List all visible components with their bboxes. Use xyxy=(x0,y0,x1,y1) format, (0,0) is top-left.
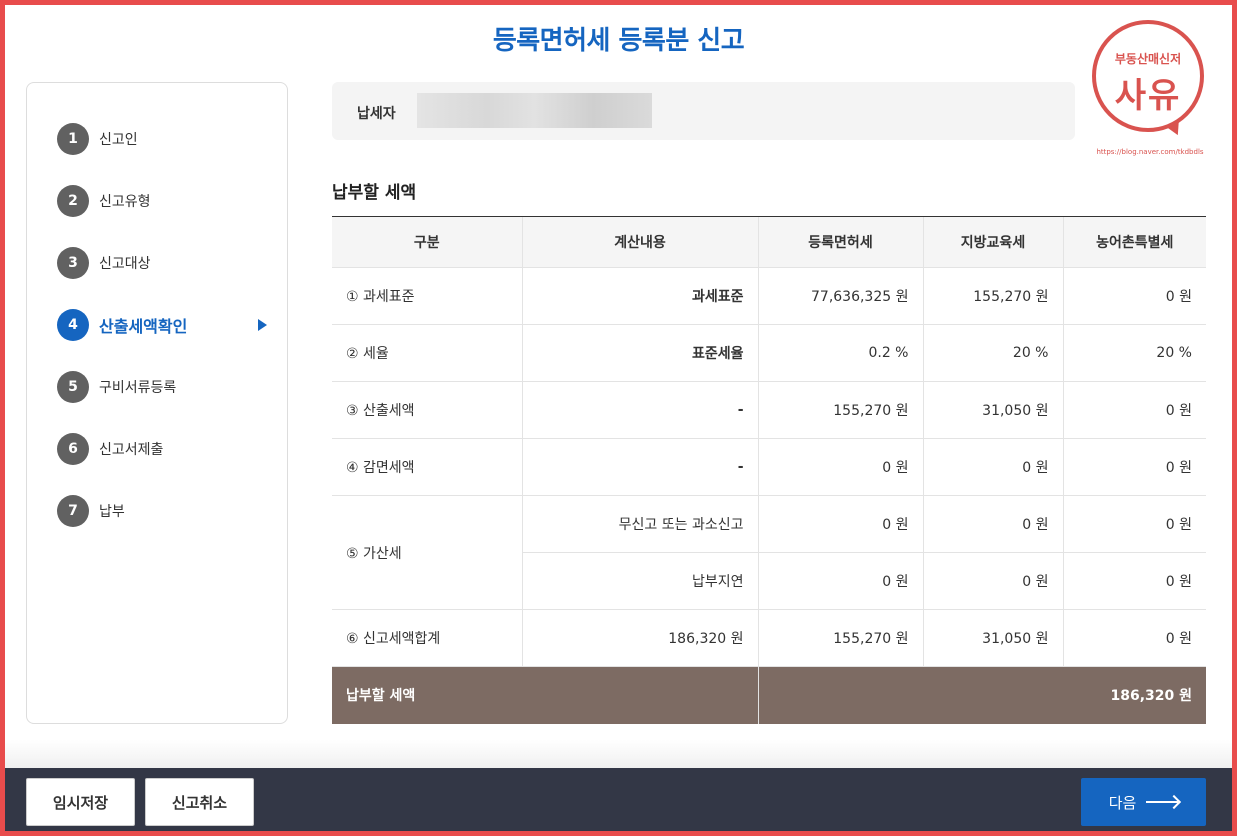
cell-local-education-tax: 155,270 원 xyxy=(922,267,1063,325)
cell-registration-tax: 0 원 xyxy=(757,438,923,496)
step-number: 1 xyxy=(57,123,89,155)
step-4-tax-check[interactable]: 4 산출세액확인 xyxy=(57,309,267,341)
cell-registration-tax: 0 원 xyxy=(757,495,923,553)
cell-calculation: - xyxy=(521,381,758,439)
cell-registration-tax: 0.2 % xyxy=(757,324,923,382)
cell-rural-special-tax: 0 원 xyxy=(1062,495,1206,553)
step-label: 납부 xyxy=(99,504,125,520)
cell-category: ⑤ 가산세 xyxy=(332,495,522,610)
total-label: 납부할 세액 xyxy=(332,666,758,724)
total-value: 186,320 원 xyxy=(757,666,1206,724)
cell-category: ③ 산출세액 xyxy=(332,381,522,439)
logo-subtitle: 부동산매신저 xyxy=(1114,52,1182,66)
cell-registration-tax: 155,270 원 xyxy=(757,381,923,439)
cell-calculation: 186,320 원 xyxy=(521,609,758,667)
taxpayer-box: 납세자 xyxy=(332,82,1075,140)
cell-rural-special-tax: 20 % xyxy=(1062,324,1206,382)
table-header-row: 구분 계산내용 등록면허세 지방교육세 농어촌특별세 xyxy=(332,216,1206,268)
step-label: 신고유형 xyxy=(99,194,151,210)
cell-calculation: 납부지연 xyxy=(521,552,758,610)
cell-calculation: 표준세율 xyxy=(521,324,758,382)
step-label: 신고인 xyxy=(99,132,138,148)
cell-rural-special-tax: 0 원 xyxy=(1062,552,1206,610)
header-registration-tax: 등록면허세 xyxy=(757,216,923,268)
cell-rural-special-tax: 0 원 xyxy=(1062,438,1206,496)
step-3-report-target[interactable]: 3 신고대상 xyxy=(57,247,267,279)
step-2-report-type[interactable]: 2 신고유형 xyxy=(57,185,267,217)
step-number: 4 xyxy=(57,309,89,341)
temp-save-button[interactable]: 임시저장 xyxy=(26,778,135,826)
arrow-right-icon xyxy=(1146,801,1179,803)
step-number: 6 xyxy=(57,433,89,465)
header-local-education-tax: 지방교육세 xyxy=(922,216,1063,268)
cell-local-education-tax: 0 원 xyxy=(922,495,1063,553)
cell-local-education-tax: 31,050 원 xyxy=(922,609,1063,667)
cancel-report-button[interactable]: 신고취소 xyxy=(145,778,254,826)
header-category: 구분 xyxy=(332,216,522,268)
cell-rural-special-tax: 0 원 xyxy=(1062,381,1206,439)
cell-registration-tax: 155,270 원 xyxy=(757,609,923,667)
cell-calculation: 무신고 또는 과소신고 xyxy=(521,495,758,553)
cell-rural-special-tax: 0 원 xyxy=(1062,609,1206,667)
next-button[interactable]: 다음 xyxy=(1081,778,1206,826)
section-title: 납부할 세액 xyxy=(332,183,417,203)
table-row: ③ 산출세액 - 155,270 원 31,050 원 0 원 xyxy=(332,381,1206,439)
logo-main-text: 사유 xyxy=(1114,76,1182,116)
cell-category: ② 세율 xyxy=(332,324,522,382)
table-row: ⑤ 가산세 무신고 또는 과소신고 0 원 0 원 0 원 xyxy=(332,495,1206,610)
step-6-submit[interactable]: 6 신고서제출 xyxy=(57,433,267,465)
header-calculation: 계산내용 xyxy=(521,216,758,268)
tax-table: 구분 계산내용 등록면허세 지방교육세 농어촌특별세 ① 과세표준 과세표준 7… xyxy=(332,216,1206,724)
cell-local-education-tax: 0 원 xyxy=(922,438,1063,496)
cell-category: ⑥ 신고세액합계 xyxy=(332,609,522,667)
step-number: 3 xyxy=(57,247,89,279)
table-row: ② 세율 표준세율 0.2 % 20 % 20 % xyxy=(332,324,1206,382)
cell-local-education-tax: 0 원 xyxy=(922,552,1063,610)
step-1-reporter[interactable]: 1 신고인 xyxy=(57,123,267,155)
table-row: ⑥ 신고세액합계 186,320 원 155,270 원 31,050 원 0 … xyxy=(332,609,1206,667)
logo-url: https://blog.naver.com/tkdbdls xyxy=(1096,148,1204,156)
taxpayer-name-redacted xyxy=(417,93,652,128)
taxpayer-label: 납세자 xyxy=(357,106,396,122)
step-number: 7 xyxy=(57,495,89,527)
step-label: 신고서제출 xyxy=(99,442,164,458)
step-label: 구비서류등록 xyxy=(99,380,177,396)
step-label: 신고대상 xyxy=(99,256,151,272)
cell-registration-tax: 77,636,325 원 xyxy=(757,267,923,325)
table-row: ① 과세표준 과세표준 77,636,325 원 155,270 원 0 원 xyxy=(332,267,1206,325)
footer-shadow xyxy=(5,740,1232,768)
action-footer: 임시저장 신고취소 다음 xyxy=(5,768,1232,836)
step-label: 산출세액확인 xyxy=(99,317,188,336)
cell-calculation: 과세표준 xyxy=(521,267,758,325)
blog-logo: 부동산매신저 사유 https://blog.naver.com/tkdbdls xyxy=(1090,20,1206,160)
current-step-arrow-icon xyxy=(258,319,267,331)
cell-rural-special-tax: 0 원 xyxy=(1062,267,1206,325)
step-5-documents[interactable]: 5 구비서류등록 xyxy=(57,371,267,403)
cell-calculation: - xyxy=(521,438,758,496)
total-row: 납부할 세액 186,320 원 xyxy=(332,666,1206,724)
cell-registration-tax: 0 원 xyxy=(757,552,923,610)
table-row: ④ 감면세액 - 0 원 0 원 0 원 xyxy=(332,438,1206,496)
next-button-label: 다음 xyxy=(1108,793,1137,812)
step-sidebar: 1 신고인 2 신고유형 3 신고대상 4 산출세액확인 5 구비서류등록 6 … xyxy=(26,82,288,724)
step-number: 2 xyxy=(57,185,89,217)
header-rural-special-tax: 농어촌특별세 xyxy=(1062,216,1206,268)
page-title: 등록면허세 등록분 신고 xyxy=(492,26,745,56)
step-number: 5 xyxy=(57,371,89,403)
step-7-payment[interactable]: 7 납부 xyxy=(57,495,267,527)
cell-local-education-tax: 31,050 원 xyxy=(922,381,1063,439)
cell-category: ④ 감면세액 xyxy=(332,438,522,496)
cell-local-education-tax: 20 % xyxy=(922,324,1063,382)
cell-category: ① 과세표준 xyxy=(332,267,522,325)
